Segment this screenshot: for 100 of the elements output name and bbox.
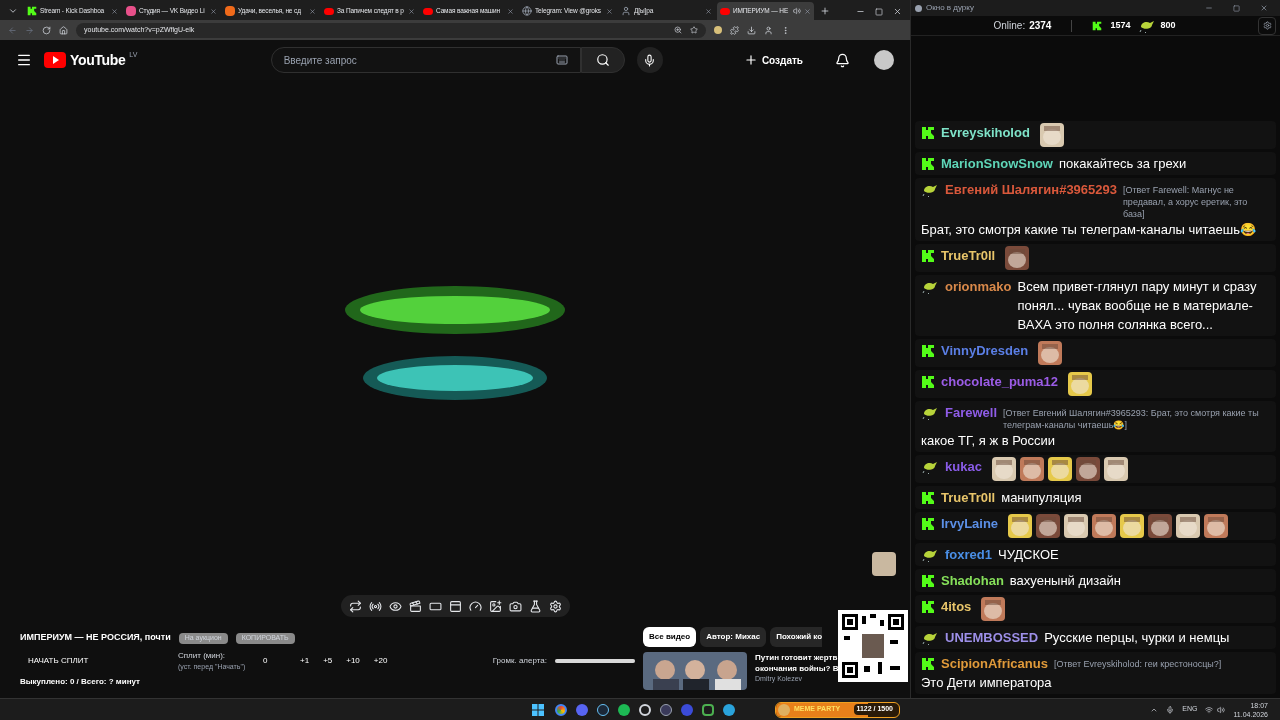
close-icon[interactable] [507,7,514,15]
settings-icon[interactable] [548,599,562,613]
close-icon[interactable] [893,7,902,16]
close-icon[interactable] [408,7,415,15]
music-app-icon[interactable] [618,703,630,716]
close-icon[interactable] [705,7,712,15]
profile-icon[interactable] [764,25,773,35]
bookmark-icon[interactable] [690,26,698,34]
viewer-count: 800 [1160,18,1176,32]
maximize-icon[interactable] [875,8,883,16]
kick-icon [921,490,935,505]
kick-icon [921,599,935,614]
search-bar[interactable]: Введите запрос [270,47,581,73]
new-tab-icon[interactable] [820,6,830,16]
close-icon[interactable] [111,7,118,15]
reply-quote: [Ответ Евгений Шалягин#3965293: Брат, это смотря какие ты телеграм-каналы читаешь😂] [1003,407,1260,431]
message-text: манипуляция [1001,489,1082,507]
username[interactable]: Shadohan [941,571,1004,590]
keyboard-icon[interactable] [555,54,568,66]
camera-icon[interactable] [508,599,522,613]
kick-icon [921,516,935,531]
username[interactable]: UNEMBOSSED [945,628,1039,647]
reload-icon[interactable] [42,25,51,35]
zoom-icon[interactable] [674,26,682,34]
increment-button[interactable]: +1 [293,655,317,667]
increment-button[interactable]: +5 [316,655,340,667]
broadcast-icon[interactable] [368,599,382,613]
clapperboard-icon[interactable] [408,599,422,613]
chat-app-icon[interactable] [576,703,588,716]
microphone-icon[interactable] [1166,705,1175,714]
username[interactable]: ScipionAfricanus [941,654,1048,673]
message-text: Всем привет-глянул пару минут и сразу понял... чувак вообще не в материале-ВАХА это полня солянка всего... [1017,278,1258,334]
download-icon[interactable] [747,25,756,35]
username[interactable]: TrueTr0ll [941,246,996,265]
search-button[interactable] [580,47,625,73]
username[interactable]: Farewell [945,403,998,422]
volume-icon[interactable] [1217,705,1226,714]
browser-icon[interactable] [555,703,567,716]
eye-icon[interactable] [388,599,402,613]
message-text: покакайтесь за грехи [1058,155,1187,173]
username[interactable]: MarionSnowSnow [941,154,1053,173]
filter-chip[interactable]: Все видео [643,627,697,647]
maximize-icon[interactable] [1233,4,1240,12]
kick-icon [921,125,935,140]
close-icon[interactable] [210,7,217,15]
network-icon[interactable] [1205,705,1214,714]
app-icon[interactable] [702,703,714,716]
increment-button[interactable]: +20 [366,655,395,667]
kick-viewer-count: 1574 [1110,18,1131,32]
settings-icon [1262,21,1272,30]
repeat-icon[interactable] [348,599,362,613]
recommended-video-title[interactable]: Путин готовит жертв [755,652,839,663]
settings-button[interactable] [1258,16,1276,35]
avatar[interactable] [874,50,894,70]
username[interactable]: foxred1 [945,545,992,564]
game-store-icon[interactable] [597,703,609,716]
gauge-icon[interactable] [468,599,482,613]
filter-chip[interactable]: Похожий ко [770,627,823,647]
film-icon [225,6,235,16]
summary-text: Выкуплено: 0 / Всего: ? минут [20,676,141,688]
increment-button[interactable]: +10 [339,655,367,667]
username[interactable]: IrvyLaine [941,514,999,533]
notifications-icon[interactable] [835,52,850,68]
search-field[interactable]: Введите запрос [283,52,556,68]
extension-icon[interactable] [714,26,722,34]
kick-icon [921,343,935,358]
voice-search-button[interactable] [636,47,663,73]
image-plus-icon[interactable] [488,599,502,613]
username[interactable]: chocolate_puma12 [941,372,1059,391]
close-icon[interactable] [309,7,316,15]
extensions-icon[interactable] [730,25,739,35]
username[interactable]: orionmako [945,277,1012,296]
username[interactable]: VinnyDresden [941,341,1029,360]
split-label: Сплит (мин): [178,649,227,662]
player-app-icon[interactable] [681,703,693,716]
username[interactable]: Евгений Шалягин#3965293 [945,180,1117,199]
kick-icon [1092,20,1103,31]
message-text: Русские перцы, чурки и немцы [1044,629,1230,647]
panel-icon[interactable] [448,599,462,613]
flask-icon[interactable] [528,599,542,613]
app-icon[interactable] [660,703,672,716]
username[interactable]: 4itos [941,597,972,616]
username[interactable]: TrueTr0ll [941,488,996,507]
message-text: Это Дети императора [921,674,1053,692]
username[interactable]: Evreyskiholod [941,123,1030,142]
close-icon[interactable] [1260,4,1268,12]
menu-icon[interactable] [16,52,32,68]
start-split-button[interactable]: НАЧАТЬ СПЛИТ [28,655,178,667]
filter-chip[interactable]: Автор: Михас [700,627,767,647]
messenger-icon[interactable] [723,703,735,716]
alert-volume-slider[interactable] [555,659,635,663]
message-text: вахуенынй дизайн [1009,572,1121,590]
start-icon[interactable] [532,703,544,716]
create-button[interactable]: Создать [731,47,815,73]
username[interactable]: kukac [945,457,982,476]
home-icon[interactable] [59,25,68,35]
recorder-icon[interactable] [639,703,651,716]
close-icon[interactable] [606,7,613,15]
recommended-video-title[interactable]: окончания войны? В [755,663,839,674]
tab-list-icon[interactable] [8,6,18,16]
